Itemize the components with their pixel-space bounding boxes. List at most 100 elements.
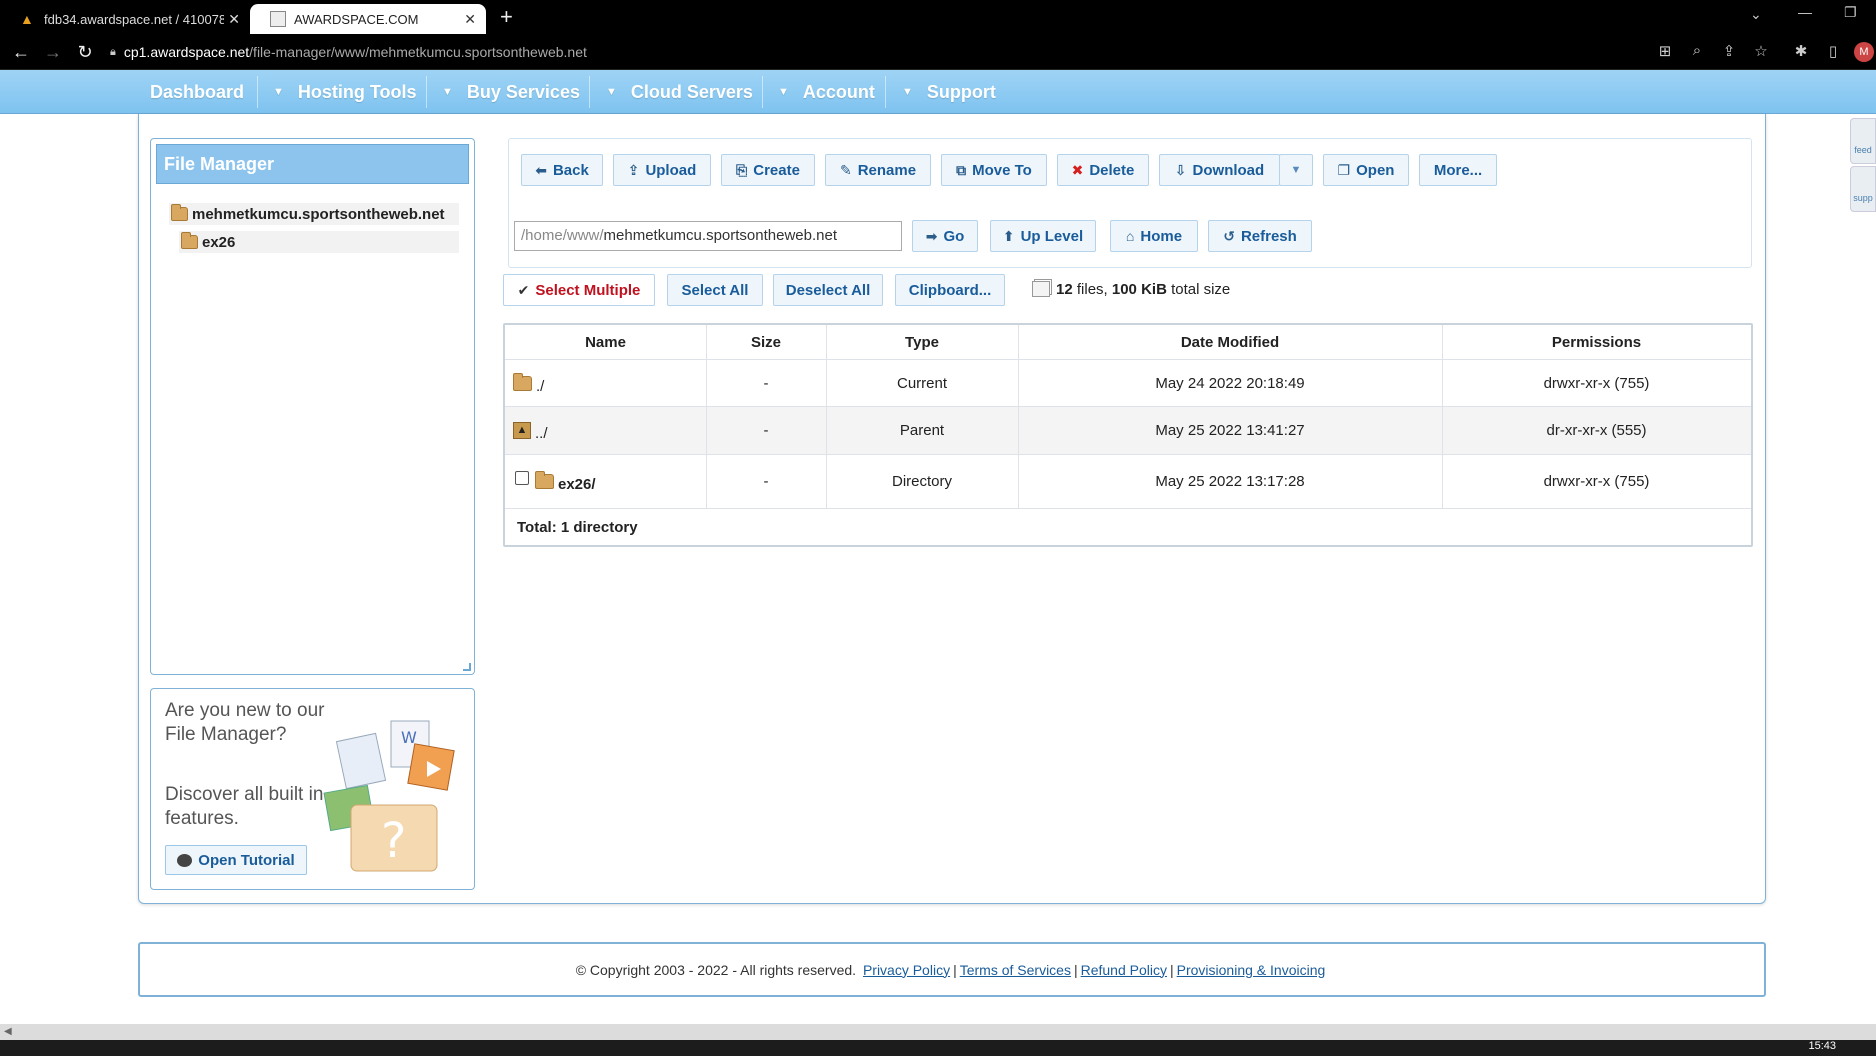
column-header-name[interactable]: Name [505, 325, 706, 359]
bookmark-star-icon[interactable]: ☆ [1751, 42, 1771, 60]
page-favicon [270, 11, 286, 27]
feedback-badge[interactable]: feed [1850, 118, 1876, 164]
button-label: Select All [681, 281, 749, 299]
upload-icon: ⇪ [627, 161, 640, 178]
delete-button[interactable]: ✖ Delete [1057, 154, 1149, 186]
close-icon[interactable]: ✕ [228, 11, 240, 28]
tab-search-icon[interactable]: ⌄ [1750, 6, 1762, 23]
download-button[interactable]: ⇩ Download [1159, 154, 1280, 186]
nav-dashboard[interactable]: Dashboard [150, 70, 244, 114]
path-input[interactable]: /home/www/mehmetkumcu.sportsontheweb.net [514, 221, 902, 251]
tree-item-ex26[interactable]: ex26 [179, 231, 459, 253]
arrow-up-icon: ⬆ [1002, 227, 1015, 244]
button-label: Delete [1089, 161, 1135, 179]
open-tutorial-button[interactable]: Open Tutorial [165, 845, 307, 875]
up-level-button[interactable]: ⬆ Up Level [990, 220, 1096, 252]
new-tab-icon[interactable]: + [500, 4, 513, 30]
column-header-permissions[interactable]: Permissions [1442, 325, 1751, 359]
copyright-text: © Copyright 2003 - 2022 - All rights res… [575, 961, 857, 978]
rename-button[interactable]: ✎ Rename [825, 154, 931, 186]
folder-icon [535, 471, 554, 489]
more-button[interactable]: More... [1419, 154, 1497, 186]
share-icon[interactable]: ⇪ [1719, 42, 1739, 60]
extensions-icon[interactable]: ✱ [1791, 42, 1811, 60]
file-name[interactable]: ex26/ [558, 476, 596, 493]
zoom-icon[interactable]: ⌕ [1687, 42, 1707, 59]
type-cell: Current [896, 374, 948, 392]
column-header-size[interactable]: Size [706, 325, 826, 359]
os-taskbar: 15:43 [0, 1040, 1876, 1056]
reload-icon[interactable]: ↻ [74, 42, 96, 63]
go-button[interactable]: ➡ Go [912, 220, 978, 252]
terms-link[interactable]: Terms of Services [960, 962, 1071, 978]
url-field[interactable]: 🔒︎ cp1.awardspace.net/file-manager/www/m… [110, 42, 587, 62]
promo-discover: Discover all built in features. [165, 784, 324, 829]
url-path: /file-manager/www/mehmetkumcu.sportsonth… [249, 44, 587, 60]
table-row[interactable]: ex26/ - Directory May 25 2022 13:17:28 d… [505, 454, 1751, 508]
nav-hosting-tools[interactable]: ▼ Hosting Tools [273, 70, 417, 114]
file-tree-panel: File Manager mehmetkumcu.sportsontheweb.… [150, 138, 475, 675]
home-button[interactable]: ⌂ Home [1110, 220, 1198, 252]
create-button[interactable]: ⎘ Create [721, 154, 815, 186]
column-header-type[interactable]: Type [826, 325, 1018, 359]
profile-avatar[interactable]: M [1854, 42, 1874, 62]
browser-tab-bar: ▲ fdb34.awardspace.net / 4100781 ✕ AWARD… [0, 0, 1876, 34]
download-options-dropdown[interactable]: ▼ [1279, 154, 1313, 186]
back-arrow-icon: ⬅ [535, 161, 547, 178]
back-button[interactable]: ⬅ Back [521, 154, 603, 186]
open-button[interactable]: ❐ Open [1323, 154, 1409, 186]
forward-arrow-icon[interactable]: → [42, 42, 64, 63]
total-label: Total: 1 directory [517, 518, 638, 536]
clipboard-button[interactable]: Clipboard... [895, 274, 1005, 306]
permissions-cell: drwxr-xr-x (755) [1543, 374, 1650, 392]
type-cell: Directory [891, 473, 952, 490]
select-all-button[interactable]: Select All [667, 274, 763, 306]
tab-title: fdb34.awardspace.net / 4100781 [44, 11, 224, 27]
upload-button[interactable]: ⇪ Upload [613, 154, 711, 186]
select-multiple-button[interactable]: ✔ Select Multiple [503, 274, 655, 306]
minimize-icon[interactable]: — [1798, 4, 1812, 20]
translate-icon[interactable]: ⊞ [1655, 42, 1675, 60]
caret-down-icon: ▼ [606, 86, 617, 98]
name-cell: ./ [513, 360, 544, 406]
close-icon[interactable]: ✕ [464, 11, 476, 28]
refund-policy-link[interactable]: Refund Policy [1081, 962, 1167, 978]
horizontal-scrollbar[interactable]: ◀ [0, 1024, 1876, 1040]
caret-down-icon: ▼ [442, 86, 453, 98]
lock-icon: 🔒︎ [110, 45, 116, 58]
support-badge[interactable]: supp [1850, 166, 1876, 212]
tab-awardspace[interactable]: AWARDSPACE.COM ✕ [250, 4, 486, 34]
nav-label: Dashboard [150, 81, 245, 102]
download-icon: ⇩ [1174, 161, 1187, 178]
nav-support[interactable]: ▼ Support [902, 70, 996, 114]
tree-item-label: mehmetkumcu.sportsontheweb.net [192, 205, 445, 223]
tab-fdb34[interactable]: ▲ fdb34.awardspace.net / 4100781 ✕ [0, 4, 250, 34]
row-checkbox[interactable] [515, 470, 529, 485]
folder-icon [171, 204, 188, 221]
files-label: files, [1076, 280, 1108, 298]
provisioning-link[interactable]: Provisioning & Invoicing [1177, 962, 1326, 978]
column-header-date[interactable]: Date Modified [1018, 325, 1442, 359]
button-label: Up Level [1020, 227, 1084, 245]
back-arrow-icon[interactable]: ← [10, 42, 32, 63]
directory-summary: 12 files, 100 KiB total size [1032, 278, 1230, 300]
total-size: 100 KiB [1111, 280, 1167, 298]
tree-item-root[interactable]: mehmetkumcu.sportsontheweb.net [169, 203, 459, 225]
table-row[interactable]: ▲ ../ - Parent May 25 2022 13:41:27 dr-x… [505, 406, 1751, 454]
resize-handle[interactable] [463, 663, 471, 671]
refresh-button[interactable]: ↺ Refresh [1208, 220, 1312, 252]
deselect-all-button[interactable]: Deselect All [773, 274, 883, 306]
privacy-policy-link[interactable]: Privacy Policy [863, 962, 950, 978]
move-to-button[interactable]: ⧉ Move To [941, 154, 1047, 186]
table-row[interactable]: ./ - Current May 24 2022 20:18:49 drwxr-… [505, 359, 1751, 406]
checkmark-icon: ✔ [517, 281, 530, 298]
restore-icon[interactable]: ❐ [1844, 4, 1857, 21]
tree-item-label: ex26 [202, 233, 236, 251]
nav-buy-services[interactable]: ▼ Buy Services [442, 70, 580, 114]
nav-account[interactable]: ▼ Account [778, 70, 875, 114]
files-icon [1032, 281, 1050, 297]
nav-cloud-servers[interactable]: ▼ Cloud Servers [606, 70, 753, 114]
sidebar-icon[interactable]: ▯ [1823, 42, 1843, 60]
button-label: More... [1433, 161, 1483, 179]
scroll-left-icon[interactable]: ◀ [4, 1026, 12, 1037]
